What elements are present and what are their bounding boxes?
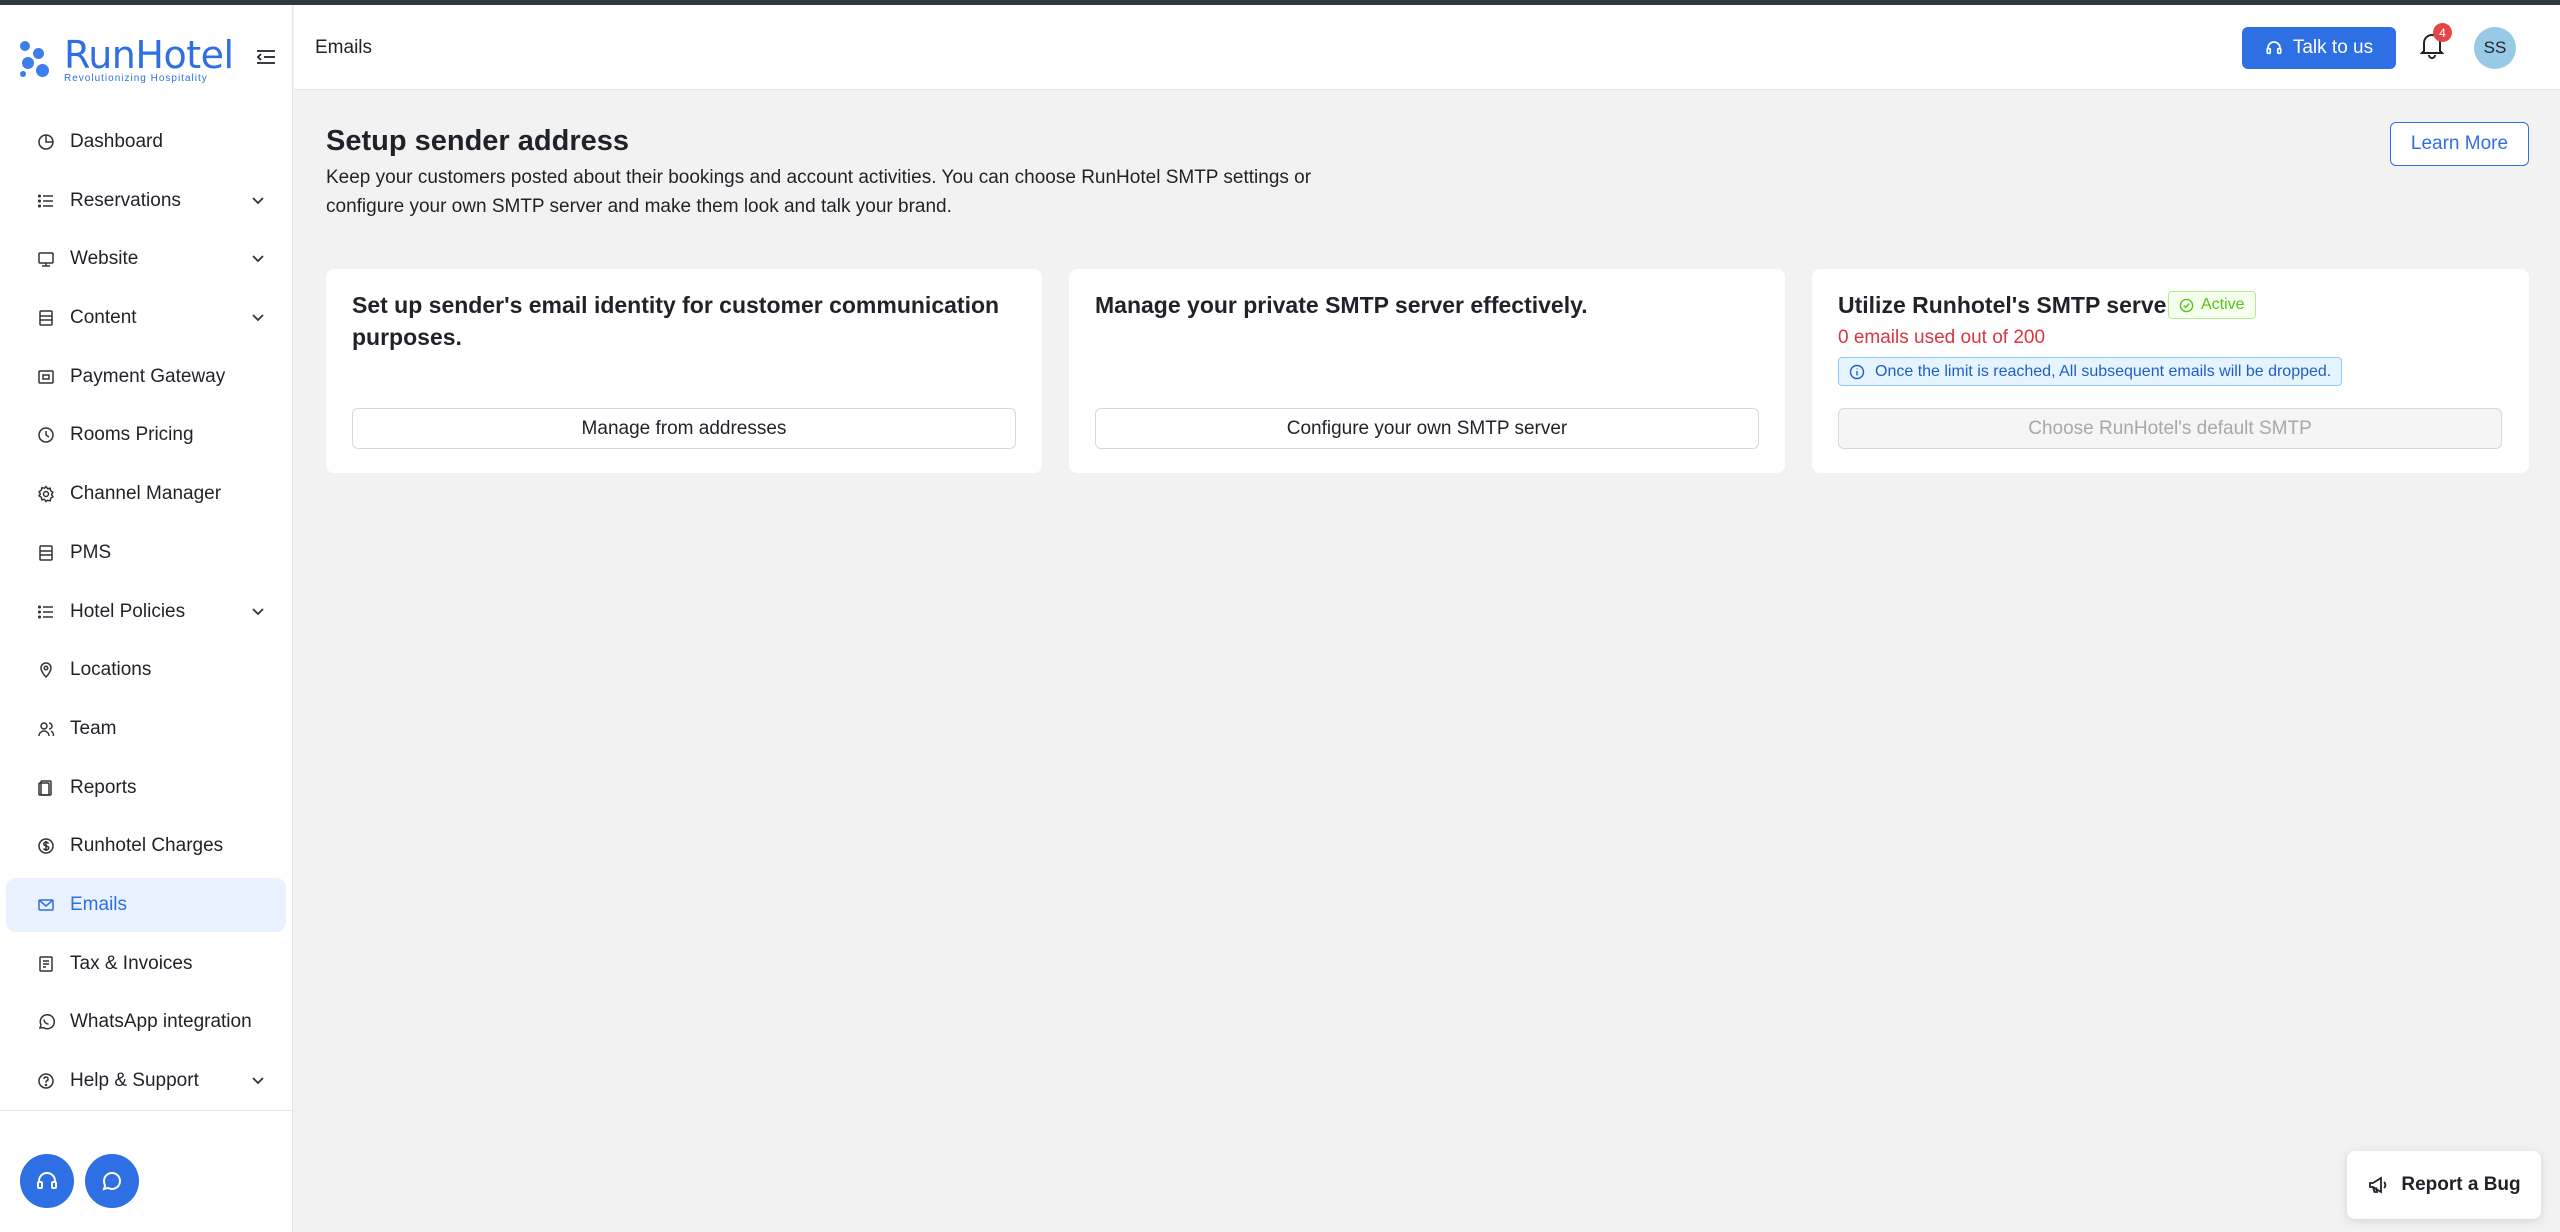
sidebar-item-label: Reports <box>70 776 137 798</box>
chevron-down-icon <box>252 197 264 204</box>
chevron-down-icon <box>252 314 264 322</box>
sidebar-item-hotel-policies[interactable]: Hotel Policies <box>6 585 286 639</box>
pie-chart-icon <box>36 132 56 152</box>
info-icon <box>1849 364 1865 379</box>
megaphone-icon <box>2369 1176 2387 1194</box>
user-avatar[interactable]: SS <box>2474 27 2516 69</box>
runhotel-smtp-card: Utilize Runhotel's SMTP server Active 0 … <box>1812 269 2529 473</box>
sidebar-item-label: Emails <box>70 893 128 915</box>
support-headset-button[interactable] <box>20 1154 74 1208</box>
status-label: Active <box>2201 296 2245 313</box>
monitor-icon <box>36 249 56 269</box>
chat-button[interactable] <box>85 1154 139 1208</box>
sidebar-item-content[interactable]: Content <box>6 291 286 345</box>
headset-icon <box>2266 41 2282 55</box>
sidebar-item-reports[interactable]: Reports <box>6 761 286 815</box>
collapse-sidebar-icon[interactable] <box>255 47 277 67</box>
sidebar-item-label: Help & Support <box>70 1070 199 1091</box>
headset-icon <box>37 1172 57 1189</box>
sidebar-item-rooms-pricing[interactable]: Rooms Pricing <box>6 408 286 462</box>
sidebar-item-whatsapp-integration[interactable]: WhatsApp integration <box>6 995 286 1049</box>
sidebar-item-label: PMS <box>70 541 112 563</box>
sidebar-item-team[interactable]: Team <box>6 702 286 756</box>
help-icon <box>36 1071 56 1091</box>
gear-icon <box>36 484 56 504</box>
sidebar-item-label: Hotel Policies <box>70 600 186 622</box>
sidebar-item-payment-gateway[interactable]: Payment Gateway <box>6 350 286 404</box>
private-smtp-card: Manage your private SMTP server effectiv… <box>1069 269 1785 473</box>
clock-icon <box>36 425 56 445</box>
chat-icon <box>102 1172 121 1191</box>
reports-icon <box>36 778 56 798</box>
sidebar-item-label: Website <box>70 248 139 270</box>
main-content: Setup sender address Keep your customers… <box>294 91 2560 1232</box>
whatsapp-icon <box>36 1012 56 1032</box>
breadcrumb: Emails <box>315 37 373 58</box>
logo-dots-icon <box>20 39 64 79</box>
sidebar-item-label: Channel Manager <box>70 483 222 505</box>
chevron-down-icon <box>252 1077 264 1085</box>
sidebar-item-label: Locations <box>70 659 152 681</box>
learn-more-button[interactable]: Learn More <box>2390 122 2529 166</box>
chevron-down-icon <box>252 255 264 263</box>
card-title: Manage your private SMTP server effectiv… <box>1095 292 1588 318</box>
report-bug-button[interactable]: Report a Bug <box>2347 1151 2541 1219</box>
sidebar-item-website[interactable]: Website <box>6 232 286 286</box>
sidebar-item-label: Rooms Pricing <box>70 424 194 446</box>
sidebar-item-label: Runhotel Charges <box>70 835 224 857</box>
list-icon <box>36 191 56 211</box>
sidebar-item-label: Reservations <box>70 189 181 211</box>
limit-info-text: Once the limit is reached, All subsequen… <box>1875 362 2332 380</box>
page-title: Setup sender address <box>326 125 629 157</box>
sidebar-item-tax-invoices[interactable]: Tax & Invoices <box>6 937 286 991</box>
sidebar: RunHotel Revolutionizing Hospitality Das… <box>0 5 293 1232</box>
sidebar-item-label: Payment Gateway <box>70 365 226 387</box>
team-icon <box>36 719 56 739</box>
sidebar-item-dashboard[interactable]: Dashboard <box>6 115 286 169</box>
list-icon <box>36 602 56 622</box>
payment-icon <box>36 367 56 387</box>
email-usage-text: 0 emails used out of 200 <box>1838 327 2046 348</box>
map-pin-icon <box>36 660 56 680</box>
chevron-down-icon <box>252 607 264 615</box>
sidebar-item-label: Tax & Invoices <box>70 952 193 974</box>
sidebar-item-help-support[interactable]: Help & Support <box>6 1054 286 1108</box>
sidebar-nav: Dashboard Reservations Website Content P… <box>6 115 286 1113</box>
choose-default-smtp-button[interactable]: Choose RunHotel's default SMTP <box>1838 408 2502 449</box>
sidebar-item-label: Content <box>70 307 137 329</box>
sidebar-item-locations[interactable]: Locations <box>6 643 286 697</box>
talk-to-us-button[interactable]: Talk to us <box>2242 27 2396 69</box>
sidebar-divider <box>0 1110 293 1111</box>
check-circle-icon <box>2179 298 2194 312</box>
document-icon <box>36 543 56 563</box>
configure-smtp-button[interactable]: Configure your own SMTP server <box>1095 408 1759 449</box>
document-icon <box>36 308 56 328</box>
sidebar-item-reservations[interactable]: Reservations <box>6 174 286 228</box>
page-description: Keep your customers posted about their b… <box>326 167 1312 217</box>
sidebar-item-runhotel-charges[interactable]: Runhotel Charges <box>6 819 286 873</box>
sidebar-item-label: Dashboard <box>70 131 163 152</box>
top-header: Emails Talk to us 4 SS <box>294 5 2560 90</box>
brand-name: RunHotel <box>64 33 234 77</box>
notification-count-badge: 4 <box>2433 23 2452 42</box>
status-badge: Active <box>2168 291 2256 319</box>
invoice-icon <box>36 954 56 974</box>
sidebar-item-label: WhatsApp integration <box>70 1011 252 1033</box>
report-bug-label: Report a Bug <box>2401 1174 2521 1195</box>
sender-identity-card: Set up sender's email identity for custo… <box>326 269 1042 473</box>
limit-info-tag: Once the limit is reached, All subsequen… <box>1838 357 2343 386</box>
talk-to-us-label: Talk to us <box>2292 37 2374 58</box>
sidebar-item-label: Team <box>70 717 117 739</box>
card-title: Set up sender's email identity for custo… <box>352 292 1000 350</box>
card-title: Utilize Runhotel's SMTP server <box>1838 292 2176 318</box>
mail-icon <box>36 895 56 915</box>
dollar-icon <box>36 836 56 856</box>
sidebar-item-pms[interactable]: PMS <box>6 526 286 580</box>
brand-logo[interactable]: RunHotel Revolutionizing Hospitality <box>20 33 240 85</box>
manage-from-addresses-button[interactable]: Manage from addresses <box>352 408 1016 449</box>
sidebar-item-channel-manager[interactable]: Channel Manager <box>6 467 286 521</box>
brand-tagline: Revolutionizing Hospitality <box>64 73 208 84</box>
sidebar-item-emails[interactable]: Emails <box>6 877 286 932</box>
